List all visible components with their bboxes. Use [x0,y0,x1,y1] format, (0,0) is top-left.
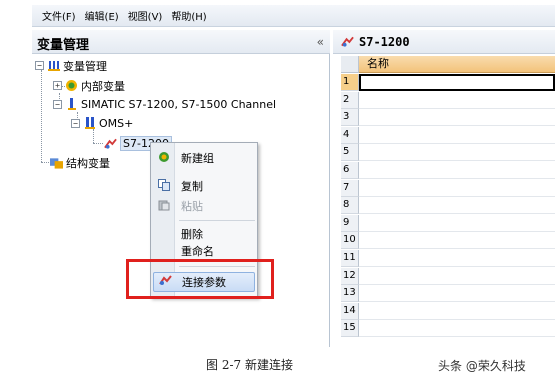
menu-help[interactable]: 帮助(H) [171,8,206,23]
menu-separator [179,220,255,221]
grid-cell[interactable] [359,127,555,144]
copy-icon [153,178,175,194]
paste-icon [153,199,175,214]
variable-folder-icon [47,59,60,72]
menu-item-copy[interactable]: 复制 [153,176,255,196]
internal-vars-icon [65,79,78,92]
menu-file[interactable]: 文件(F) [42,8,76,23]
tree-node-device[interactable]: − OMS+ [71,115,133,132]
menu-item-rename[interactable]: 重命名 [153,244,255,258]
menu-view[interactable]: 视图(V) [128,8,163,23]
row-number[interactable]: 8 [341,197,359,215]
tree-label-device: OMS+ [99,117,134,130]
column-header-name[interactable]: 名称 [359,56,555,73]
menu-item-delete[interactable]: 删除 [153,224,255,244]
grid-cell[interactable] [359,285,555,303]
highlight-annotation-box [126,259,274,299]
tree-node-struct-vars[interactable]: 结构变量 [50,154,110,171]
expand-expander-icon[interactable]: + [53,81,62,90]
grid-cell[interactable] [359,162,555,179]
collapse-expander-icon[interactable]: − [35,61,44,70]
row-number[interactable]: 9 [341,214,359,232]
menu-item-new-group[interactable]: 新建组 [153,148,255,168]
connection-icon [104,137,117,150]
tree-label-internal-vars: 内部变量 [81,79,125,93]
grid-cell[interactable] [359,144,555,162]
grid-cell[interactable] [359,92,555,109]
row-number[interactable]: 1 [341,74,359,91]
grid-cell[interactable] [359,180,555,197]
grid-cell[interactable] [359,268,555,285]
row-number[interactable]: 5 [341,144,359,162]
editor-header: S7-1200 [333,30,555,54]
menu-item-paste[interactable]: 粘贴 [153,196,255,216]
pane-title: 变量管理 [37,38,90,53]
figure-caption: 图 2-7 新建连接 [206,358,293,372]
connection-icon [341,35,354,48]
grid-cell[interactable] [359,109,555,127]
grid-cell[interactable] [359,215,555,232]
collapse-expander-icon[interactable]: − [53,100,62,109]
row-number[interactable]: 6 [341,162,359,179]
grid-cell[interactable] [359,197,555,215]
grid-cell[interactable] [359,232,555,250]
tree-node-root[interactable]: − 变量管理 [35,57,107,74]
tree-label-root: 变量管理 [63,59,107,73]
tree-label-channel: SIMATIC S7-1200, S7-1500 Channel [81,98,277,111]
tree-node-channel[interactable]: − SIMATIC S7-1200, S7-1500 Channel [53,96,276,113]
variable-grid: 名称 1 2 3 4 5 6 7 8 9 10 11 12 13 14 15 [341,56,555,347]
struct-vars-icon [50,156,63,169]
pane-header: 变量管理 « [32,30,330,54]
collapse-expander-icon[interactable]: − [71,119,80,128]
row-number[interactable]: 2 [341,91,359,109]
row-number[interactable]: 12 [341,267,359,285]
grid-cell[interactable] [359,320,555,338]
editor-title: S7-1200 [359,34,410,49]
menu-bar: 文件(F) 编辑(E) 视图(V) 帮助(H) [32,5,555,27]
row-number[interactable]: 13 [341,285,359,303]
grid-corner [341,56,359,73]
watermark: 头条 @荣久科技 [438,359,526,373]
device-icon [83,117,96,130]
row-number[interactable]: 3 [341,109,359,127]
row-number[interactable]: 7 [341,179,359,197]
channel-icon [65,98,78,111]
row-number[interactable]: 11 [341,250,359,267]
menu-edit[interactable]: 编辑(E) [85,8,119,23]
grid-cell[interactable] [359,74,555,91]
tree-label-struct-vars: 结构变量 [66,156,110,170]
new-group-icon [153,151,175,166]
grid-cell[interactable] [359,250,555,267]
tree-node-internal-vars[interactable]: + 内部变量 [53,77,125,94]
grid-cell[interactable] [359,303,555,320]
row-number[interactable]: 4 [341,126,359,144]
row-number[interactable]: 10 [341,232,359,250]
collapse-icon[interactable]: « [317,35,324,49]
row-number[interactable]: 14 [341,302,359,320]
row-number[interactable]: 15 [341,320,359,338]
